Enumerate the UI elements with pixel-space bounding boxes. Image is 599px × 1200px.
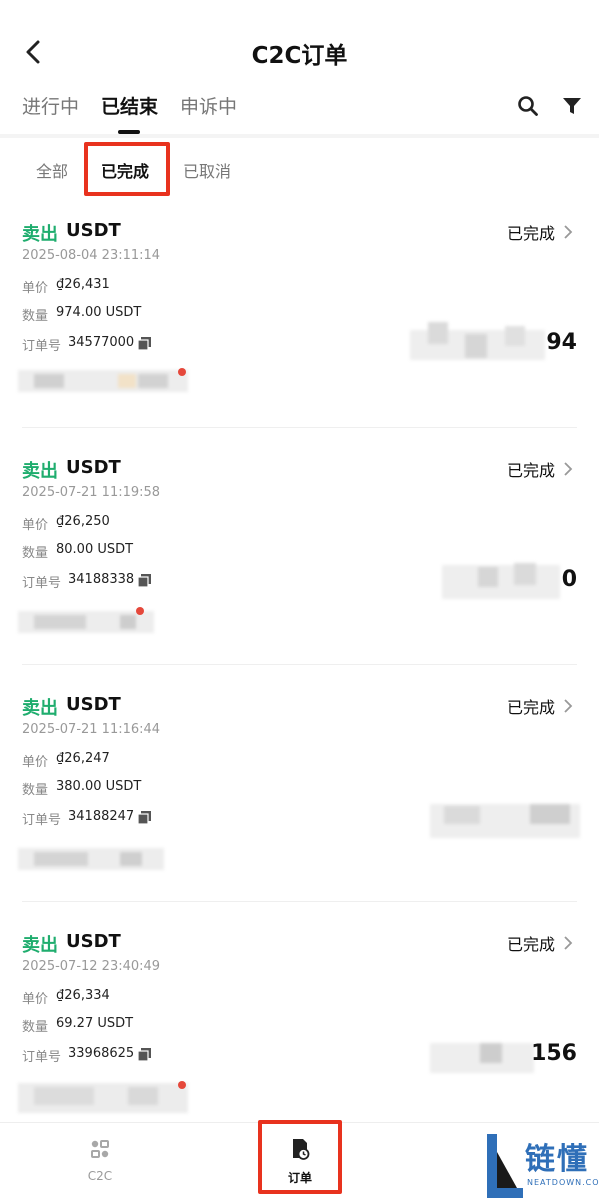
subtab-cancelled[interactable]: 已取消 bbox=[183, 158, 231, 182]
order-time: 2025-07-12 23:40:49 bbox=[22, 959, 161, 974]
price-label: 单价 bbox=[22, 518, 49, 533]
redacted-counterparty bbox=[18, 609, 154, 635]
filter-icon[interactable] bbox=[560, 94, 584, 118]
redacted-counterparty bbox=[18, 368, 188, 394]
amount-visible-part: 0 bbox=[561, 567, 577, 592]
watermark-l-mark-icon bbox=[487, 1134, 523, 1198]
quantity-label: 数量 bbox=[22, 309, 49, 324]
price-label: 单价 bbox=[22, 281, 49, 296]
tab-appeal[interactable]: 申诉中 bbox=[180, 92, 237, 119]
status-tabs: 进行中 已结束 申诉中 bbox=[0, 92, 599, 134]
order-no-label: 订单号 bbox=[22, 813, 62, 828]
quantity-value: 974.00 USDT bbox=[56, 305, 142, 320]
redacted-amount bbox=[442, 561, 560, 601]
amount-visible-part: 94 bbox=[546, 330, 577, 355]
c2c-icon bbox=[91, 1140, 109, 1158]
order-no-label: 订单号 bbox=[22, 339, 62, 354]
quantity-value: 380.00 USDT bbox=[56, 779, 142, 794]
search-icon[interactable] bbox=[516, 94, 540, 118]
order-no-value: 34188338 bbox=[68, 572, 135, 587]
quantity-value: 69.27 USDT bbox=[56, 1016, 134, 1031]
order-status[interactable]: 已完成 bbox=[507, 694, 555, 718]
order-side: 卖出 bbox=[22, 935, 58, 956]
price-value: ₫26,334 bbox=[56, 988, 110, 1003]
redacted-amount bbox=[430, 1039, 534, 1077]
order-status[interactable]: 已完成 bbox=[507, 220, 555, 244]
order-no-value: 33968625 bbox=[68, 1046, 135, 1061]
tab-ended[interactable]: 已结束 bbox=[101, 92, 158, 119]
order-status[interactable]: 已完成 bbox=[507, 931, 555, 955]
tab-in-progress[interactable]: 进行中 bbox=[22, 92, 79, 119]
redacted-counterparty bbox=[18, 846, 164, 872]
order-card[interactable]: 卖出 USDT 2025-07-21 11:16:44 已完成 单价 ₫26,2… bbox=[0, 694, 599, 931]
amount-visible-part: 156 bbox=[531, 1041, 577, 1066]
price-label: 单价 bbox=[22, 755, 49, 770]
unread-dot bbox=[178, 1081, 186, 1089]
price-value: ₫26,247 bbox=[56, 751, 110, 766]
highlight-frame bbox=[84, 142, 170, 196]
order-side: 卖出 bbox=[22, 698, 58, 719]
order-time: 2025-07-21 11:16:44 bbox=[22, 722, 161, 737]
nav-c2c-label: C2C bbox=[87, 1169, 113, 1183]
subtab-all[interactable]: 全部 bbox=[36, 158, 68, 182]
unread-dot bbox=[136, 607, 144, 615]
order-side: 卖出 bbox=[22, 224, 58, 245]
order-coin: USDT bbox=[66, 457, 121, 478]
order-time: 2025-08-04 23:11:14 bbox=[22, 248, 161, 263]
quantity-label: 数量 bbox=[22, 783, 49, 798]
order-separator bbox=[22, 901, 577, 902]
order-separator bbox=[22, 427, 577, 428]
order-time: 2025-07-21 11:19:58 bbox=[22, 485, 161, 500]
order-separator bbox=[22, 664, 577, 665]
order-no-value: 34188247 bbox=[68, 809, 135, 824]
quantity-value: 80.00 USDT bbox=[56, 542, 134, 557]
watermark-subtext: NEATDOWN.COM bbox=[527, 1178, 599, 1187]
chevron-right-icon bbox=[564, 462, 573, 476]
chevron-right-icon bbox=[564, 936, 573, 950]
order-coin: USDT bbox=[66, 694, 121, 715]
nav-c2c[interactable]: C2C bbox=[60, 1137, 140, 1183]
copy-icon[interactable] bbox=[138, 337, 151, 350]
order-no-label: 订单号 bbox=[22, 1050, 62, 1065]
header: C2C订单 bbox=[0, 0, 599, 100]
highlight-frame bbox=[258, 1120, 342, 1194]
order-card[interactable]: 卖出 USDT 2025-07-21 11:19:58 已完成 单价 ₫26,2… bbox=[0, 457, 599, 694]
copy-icon[interactable] bbox=[138, 1048, 151, 1061]
redacted-counterparty bbox=[18, 1081, 188, 1115]
section-divider bbox=[0, 134, 599, 138]
copy-icon[interactable] bbox=[138, 574, 151, 587]
watermark-text: 链懂 bbox=[525, 1142, 589, 1177]
order-coin: USDT bbox=[66, 220, 121, 241]
quantity-label: 数量 bbox=[22, 546, 49, 561]
page-title: C2C订单 bbox=[251, 43, 348, 69]
order-coin: USDT bbox=[66, 931, 121, 952]
price-label: 单价 bbox=[22, 992, 49, 1007]
quantity-label: 数量 bbox=[22, 1020, 49, 1035]
redacted-amount bbox=[430, 800, 580, 840]
unread-dot bbox=[178, 368, 186, 376]
redacted-amount bbox=[410, 322, 545, 362]
price-value: ₫26,250 bbox=[56, 514, 110, 529]
order-no-label: 订单号 bbox=[22, 576, 62, 591]
order-status[interactable]: 已完成 bbox=[507, 457, 555, 481]
watermark-logo: 链懂 NEATDOWN.COM bbox=[485, 1130, 599, 1200]
order-no-value: 34577000 bbox=[68, 335, 135, 350]
chevron-right-icon bbox=[564, 699, 573, 713]
order-side: 卖出 bbox=[22, 461, 58, 482]
chevron-right-icon bbox=[564, 225, 573, 239]
order-card[interactable]: 卖出 USDT 2025-08-04 23:11:14 已完成 单价 ₫26,4… bbox=[0, 220, 599, 457]
copy-icon[interactable] bbox=[138, 811, 151, 824]
price-value: ₫26,431 bbox=[56, 277, 110, 292]
